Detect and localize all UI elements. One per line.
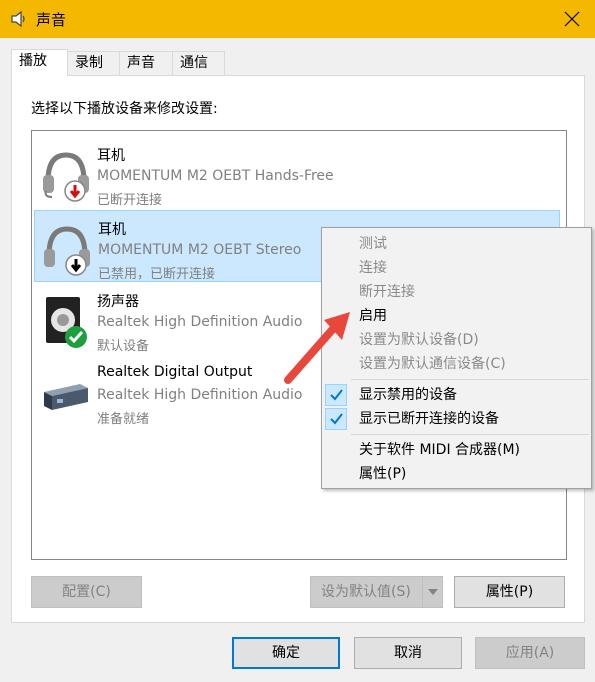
- menu-item-label: 设置为默认通信设备(C): [359, 356, 506, 372]
- set-default-dropdown[interactable]: [422, 577, 442, 607]
- device-name: Realtek Digital Output: [97, 364, 253, 380]
- menu-item-properties[interactable]: 属性(P): [323, 462, 590, 486]
- tab-label: 通信: [180, 55, 208, 71]
- headphones-disconnected-icon: [43, 152, 89, 202]
- menu-item-label: 属性(P): [359, 466, 407, 482]
- device-description: MOMENTUM M2 OEBT Stereo: [98, 242, 302, 258]
- menu-separator: [351, 379, 589, 380]
- close-icon: [564, 11, 580, 27]
- menu-item-label: 显示禁用的设备: [359, 387, 457, 403]
- device-status: 已断开连接: [97, 193, 163, 208]
- device-name: 耳机: [97, 148, 125, 164]
- title-bar: 声音: [0, 0, 595, 38]
- device-description: Realtek High Definition Audio: [97, 387, 303, 403]
- menu-separator: [351, 434, 589, 435]
- headphones-disabled-icon: [44, 226, 90, 276]
- annotation-arrow-icon: [284, 312, 350, 384]
- digital-output-icon: [44, 384, 88, 410]
- tab-playback[interactable]: 播放: [11, 49, 68, 76]
- tab-communications[interactable]: 通信: [172, 51, 225, 75]
- chevron-down-icon: [428, 589, 438, 595]
- checkmark-icon: [325, 408, 347, 430]
- menu-item-show-disconnected[interactable]: 显示已断开连接的设备: [323, 407, 590, 431]
- menu-item-disconnect[interactable]: 断开连接: [323, 280, 590, 304]
- menu-item-set-default-comm[interactable]: 设置为默认通信设备(C): [323, 352, 590, 376]
- menu-item-label: 设置为默认设备(D): [359, 332, 479, 348]
- device-description: MOMENTUM M2 OEBT Hands-Free: [97, 168, 334, 184]
- device-row[interactable]: 耳机 MOMENTUM M2 OEBT Hands-Free 已断开连接: [34, 137, 560, 209]
- menu-item-label: 测试: [359, 236, 387, 252]
- tab-recording[interactable]: 录制: [67, 51, 120, 75]
- device-name: 耳机: [98, 222, 126, 238]
- menu-item-show-disabled[interactable]: 显示禁用的设备: [323, 383, 590, 407]
- device-name: 扬声器: [97, 294, 139, 310]
- close-button[interactable]: [549, 0, 595, 38]
- menu-item-label: 关于软件 MIDI 合成器(M): [359, 442, 521, 458]
- menu-item-test[interactable]: 测试: [323, 232, 590, 256]
- device-status: 准备就绪: [97, 412, 150, 427]
- menu-item-set-default[interactable]: 设置为默认设备(D): [323, 328, 590, 352]
- apply-button[interactable]: 应用(A): [475, 637, 585, 669]
- cancel-button[interactable]: 取消: [354, 637, 462, 669]
- ok-button[interactable]: 确定: [232, 637, 340, 669]
- menu-item-connect[interactable]: 连接: [323, 256, 590, 280]
- instruction-text: 选择以下播放设备来修改设置:: [31, 101, 218, 117]
- properties-button[interactable]: 属性(P): [454, 576, 565, 608]
- menu-item-label: 显示已断开连接的设备: [359, 411, 499, 427]
- context-menu: 测试 连接 断开连接 启用 设置为默认设备(D) 设置为默认通信设备(C) 显示…: [321, 227, 592, 489]
- tab-label: 声音: [127, 55, 155, 71]
- device-status: 已禁用，已断开连接: [98, 267, 216, 282]
- device-status: 默认设备: [97, 339, 150, 354]
- speaker-app-icon: [11, 10, 25, 28]
- tab-sounds[interactable]: 声音: [119, 51, 173, 75]
- tab-label: 播放: [19, 53, 47, 69]
- set-default-label: 设为默认值(S): [321, 584, 411, 600]
- speaker-default-icon: [46, 297, 87, 348]
- menu-item-label: 连接: [359, 260, 387, 276]
- menu-item-label: 启用: [359, 308, 387, 324]
- device-description: Realtek High Definition Audio: [97, 314, 303, 330]
- set-default-split-button[interactable]: 设为默认值(S): [310, 576, 443, 608]
- tab-label: 录制: [75, 55, 103, 71]
- menu-item-label: 断开连接: [359, 284, 415, 300]
- configure-button[interactable]: 配置(C): [31, 576, 142, 608]
- window-title: 声音: [36, 11, 67, 29]
- menu-item-enable[interactable]: 启用: [323, 304, 590, 328]
- menu-item-about-midi[interactable]: 关于软件 MIDI 合成器(M): [323, 438, 590, 462]
